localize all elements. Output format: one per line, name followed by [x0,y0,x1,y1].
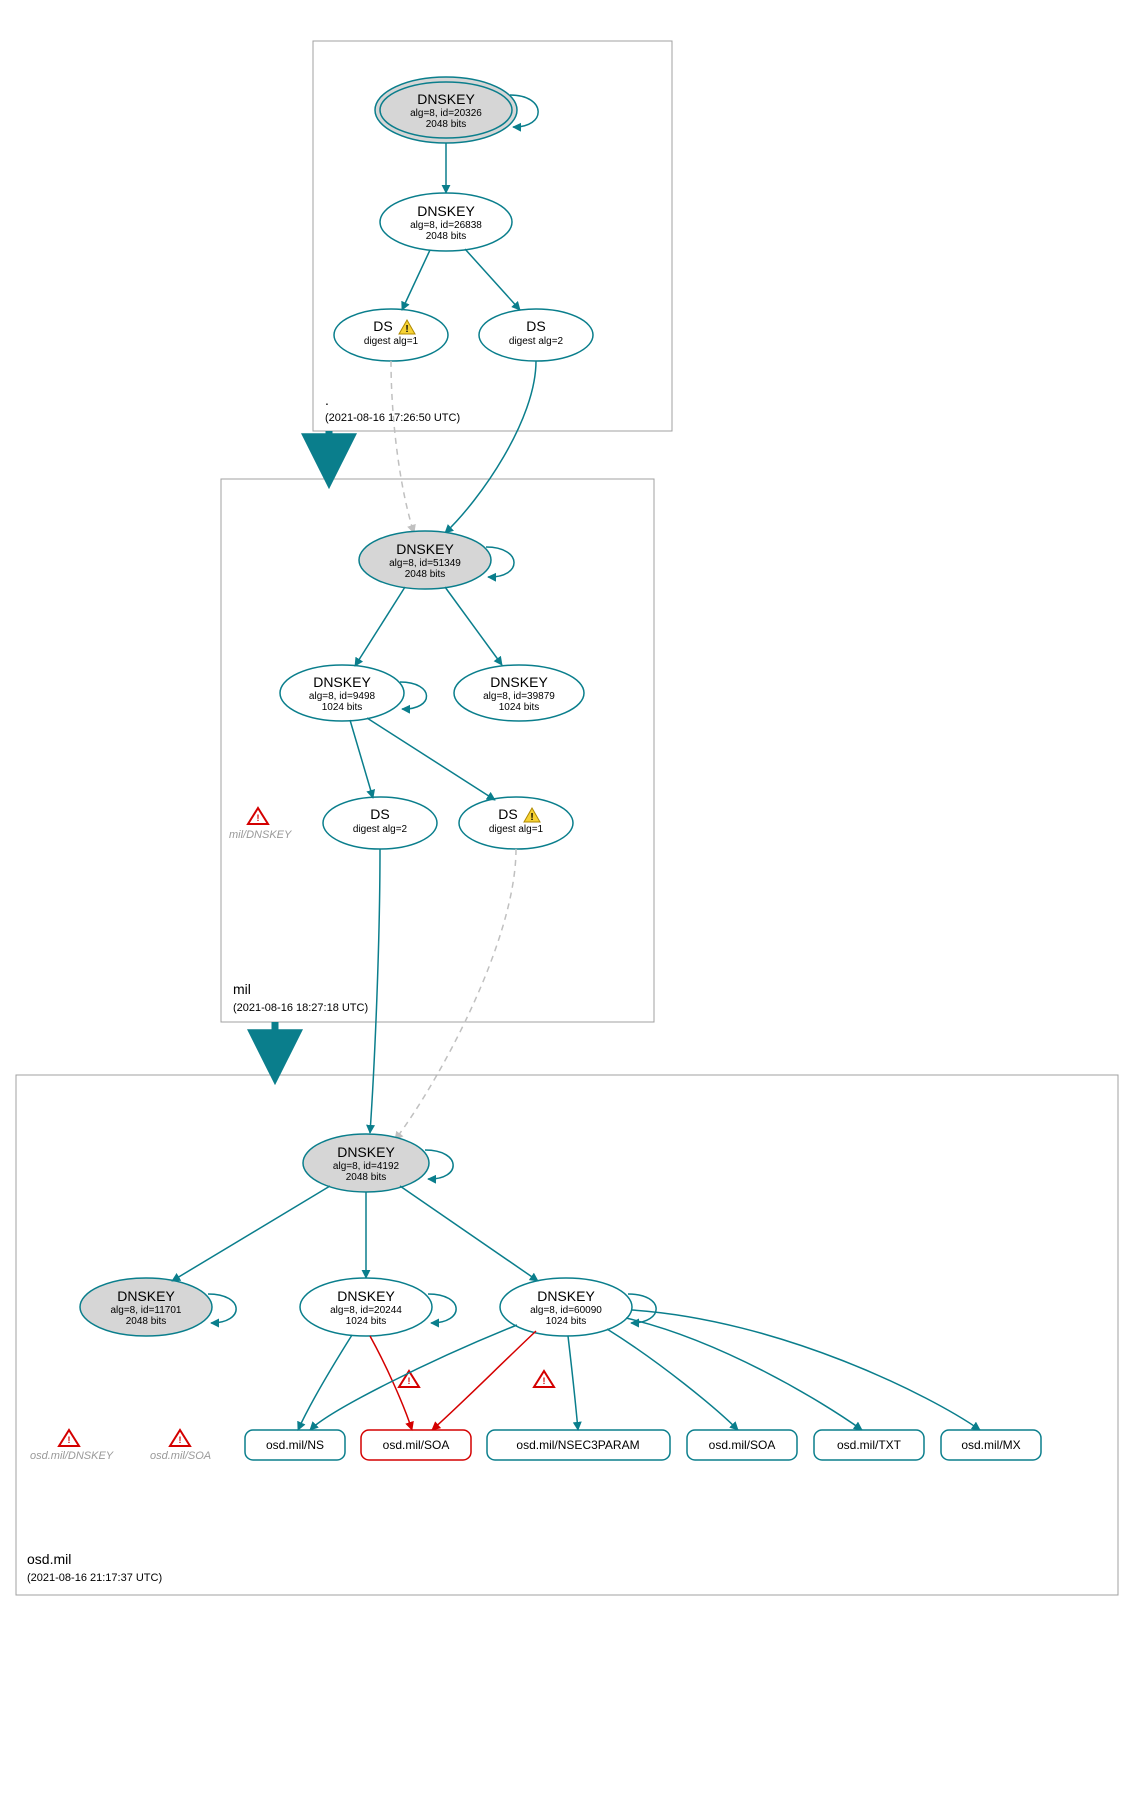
node-mil-ds1[interactable]: DS digest alg=2 [323,797,437,849]
rr-osd-txt[interactable]: osd.mil/TXT [814,1430,924,1460]
edge [400,1186,538,1281]
node-label: 1024 bits [346,1316,387,1327]
node-label: DNSKEY [417,203,475,219]
zone-osd-name: osd.mil [27,1551,71,1567]
edge [465,249,520,310]
node-label: DS [370,806,389,822]
node-osd-k3[interactable]: DNSKEY alg=8, id=20244 1024 bits [300,1278,432,1336]
edge [172,1186,330,1281]
edge [350,720,373,798]
rr-osd-soa1[interactable]: osd.mil/SOA [361,1430,471,1460]
zone-root-ts: (2021-08-16 17:26:50 UTC) [325,412,460,424]
node-label: alg=8, id=20326 [410,108,482,119]
node-label: digest alg=1 [489,824,544,835]
rr-label: osd.mil/SOA [383,1438,450,1452]
rr-osd-nsec3[interactable]: osd.mil/NSEC3PARAM [487,1430,670,1460]
rr-osd-soa2[interactable]: osd.mil/SOA [687,1430,797,1460]
node-label: alg=8, id=39879 [483,691,555,702]
edge [367,718,495,800]
node-label: 2048 bits [126,1316,167,1327]
node-label: 1024 bits [499,702,540,713]
zone-mil-ts: (2021-08-16 18:27:18 UTC) [233,1002,368,1014]
node-label: 2048 bits [405,569,446,580]
node-label: alg=8, id=26838 [410,220,482,231]
rr-osd-ns[interactable]: osd.mil/NS [245,1430,345,1460]
edge-dashed [391,361,414,533]
node-label: digest alg=1 [364,336,419,347]
error-icon-on-edge: ! [534,1371,554,1387]
svg-text:!: ! [530,812,533,823]
node-label: DS [373,318,392,334]
node-label: alg=8, id=20244 [330,1305,402,1316]
node-label: alg=8, id=9498 [309,691,376,702]
node-root-ds2[interactable]: DS digest alg=2 [479,309,593,361]
zone-mil-name: mil [233,981,251,997]
node-root-ds1[interactable]: DS digest alg=1 ! [334,309,448,361]
edge [445,361,536,533]
node-label: digest alg=2 [509,336,564,347]
node-label: DNSKEY [337,1144,395,1160]
node-osd-k2[interactable]: DNSKEY alg=8, id=11701 2048 bits [80,1278,212,1336]
node-label: 1024 bits [322,702,363,713]
edge [626,1318,862,1430]
rr-label: osd.mil/TXT [837,1438,902,1452]
node-mil-ds2[interactable]: DS digest alg=1 ! [459,797,573,849]
edge [568,1336,578,1430]
node-osd-k4[interactable]: DNSKEY alg=8, id=60090 1024 bits [500,1278,632,1336]
rr-label: osd.mil/MX [961,1438,1020,1452]
rr-osd-mx[interactable]: osd.mil/MX [941,1430,1041,1460]
node-label: 2048 bits [346,1172,387,1183]
error-label: mil/DNSKEY [229,829,292,841]
edge [445,587,502,665]
edge-dashed [395,849,516,1140]
edge [370,849,380,1133]
node-label: alg=8, id=60090 [530,1305,602,1316]
error-osd-soa[interactable]: ! [170,1430,190,1446]
node-osd-ksk[interactable]: DNSKEY alg=8, id=4192 2048 bits [303,1134,429,1192]
node-label: alg=8, id=11701 [111,1305,182,1316]
svg-text:!: ! [405,324,408,335]
node-label: DS [526,318,545,334]
node-mil-zsk1[interactable]: DNSKEY alg=8, id=9498 1024 bits [280,665,404,721]
node-label: DNSKEY [117,1288,175,1304]
node-label: DNSKEY [537,1288,595,1304]
svg-text:!: ! [408,1376,411,1386]
node-label: DNSKEY [417,91,475,107]
node-label: alg=8, id=51349 [389,558,461,569]
node-root-zsk[interactable]: DNSKEY alg=8, id=26838 2048 bits [380,193,512,251]
node-label: 2048 bits [426,231,467,242]
node-label: DNSKEY [337,1288,395,1304]
zone-osd-ts: (2021-08-16 21:17:37 UTC) [27,1572,162,1584]
svg-text:!: ! [257,813,260,823]
svg-text:!: ! [179,1435,182,1445]
error-osd-dnskey[interactable]: ! [59,1430,79,1446]
node-label: 2048 bits [426,119,467,130]
node-label: DNSKEY [396,541,454,557]
rr-label: osd.mil/NSEC3PARAM [516,1438,639,1452]
node-label: DNSKEY [313,674,371,690]
node-root-ksk[interactable]: DNSKEY alg=8, id=20326 2048 bits [375,77,517,143]
edge [298,1335,352,1430]
error-label: osd.mil/SOA [150,1450,211,1462]
node-mil-zsk2[interactable]: DNSKEY alg=8, id=39879 1024 bits [454,665,584,721]
rr-label: osd.mil/NS [266,1438,324,1452]
node-label: digest alg=2 [353,824,408,835]
rr-label: osd.mil/SOA [709,1438,776,1452]
svg-text:!: ! [543,1376,546,1386]
node-mil-ksk[interactable]: DNSKEY alg=8, id=51349 2048 bits [359,531,491,589]
edge [355,587,405,666]
node-label: DNSKEY [490,674,548,690]
node-label: alg=8, id=4192 [333,1161,400,1172]
error-mil-dnskey[interactable]: ! [248,808,268,824]
svg-text:!: ! [68,1435,71,1445]
error-label: osd.mil/DNSKEY [30,1450,114,1462]
edge [632,1310,980,1430]
edge-red [432,1331,536,1430]
zone-root-name: . [325,392,329,408]
node-label: DS [498,806,517,822]
edge [607,1329,738,1430]
node-label: 1024 bits [546,1316,587,1327]
edge [402,250,430,310]
